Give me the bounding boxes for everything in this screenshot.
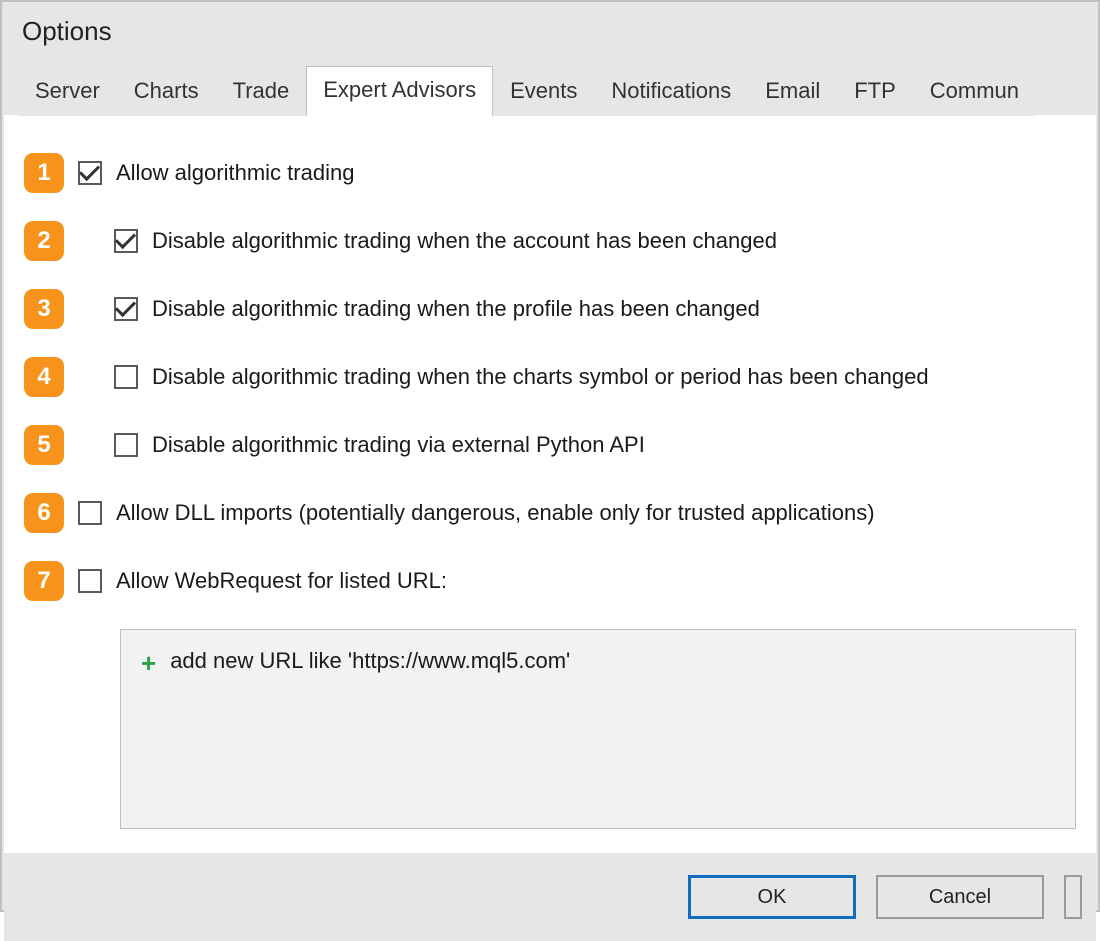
option-row-2: 2 Disable algorithmic trading when the a… xyxy=(24,221,1076,261)
tab-panel-expert-advisors: 1 Allow algorithmic trading 2 Disable al… xyxy=(4,114,1096,853)
annotation-marker: 6 xyxy=(24,493,64,533)
option-label: Disable algorithmic trading when the acc… xyxy=(152,228,777,254)
option-label: Allow WebRequest for listed URL: xyxy=(116,568,447,594)
tab-ftp[interactable]: FTP xyxy=(837,67,913,116)
checkbox-disable-on-symbol-change[interactable] xyxy=(114,365,138,389)
annotation-marker: 3 xyxy=(24,289,64,329)
tab-expert-advisors[interactable]: Expert Advisors xyxy=(306,66,493,116)
tab-email[interactable]: Email xyxy=(748,67,837,116)
plus-icon: + xyxy=(141,650,156,676)
checkbox-allow-dll-imports[interactable] xyxy=(78,501,102,525)
dialog-button-bar: OK Cancel xyxy=(4,853,1096,941)
annotation-marker: 4 xyxy=(24,357,64,397)
tab-events[interactable]: Events xyxy=(493,67,594,116)
annotation-marker: 1 xyxy=(24,153,64,193)
tab-charts[interactable]: Charts xyxy=(117,67,216,116)
window-title: Options xyxy=(2,2,1098,65)
url-add-placeholder: add new URL like 'https://www.mql5.com' xyxy=(170,648,570,674)
tab-trade[interactable]: Trade xyxy=(216,67,307,116)
option-row-1: 1 Allow algorithmic trading xyxy=(24,153,1076,193)
options-window: Options Server Charts Trade Expert Advis… xyxy=(0,0,1100,912)
annotation-marker: 5 xyxy=(24,425,64,465)
annotation-marker: 2 xyxy=(24,221,64,261)
checkbox-allow-webrequest[interactable] xyxy=(78,569,102,593)
option-row-7: 7 Allow WebRequest for listed URL: xyxy=(24,561,1076,601)
option-label: Disable algorithmic trading via external… xyxy=(152,432,645,458)
tab-community[interactable]: Commun xyxy=(913,67,1036,116)
checkbox-disable-via-python-api[interactable] xyxy=(114,433,138,457)
option-label: Allow DLL imports (potentially dangerous… xyxy=(116,500,875,526)
option-label: Allow algorithmic trading xyxy=(116,160,354,186)
client-area: Server Charts Trade Expert Advisors Even… xyxy=(4,65,1096,941)
option-row-5: 5 Disable algorithmic trading via extern… xyxy=(24,425,1076,465)
checkbox-disable-on-profile-change[interactable] xyxy=(114,297,138,321)
url-list-box[interactable]: + add new URL like 'https://www.mql5.com… xyxy=(120,629,1076,829)
option-row-4: 4 Disable algorithmic trading when the c… xyxy=(24,357,1076,397)
button-cutoff[interactable] xyxy=(1064,875,1082,919)
checkbox-disable-on-account-change[interactable] xyxy=(114,229,138,253)
option-label: Disable algorithmic trading when the pro… xyxy=(152,296,760,322)
option-row-3: 3 Disable algorithmic trading when the p… xyxy=(24,289,1076,329)
annotation-marker: 7 xyxy=(24,561,64,601)
option-label: Disable algorithmic trading when the cha… xyxy=(152,364,929,390)
tab-server[interactable]: Server xyxy=(18,67,117,116)
tabs-strip: Server Charts Trade Expert Advisors Even… xyxy=(4,65,1096,115)
option-row-6: 6 Allow DLL imports (potentially dangero… xyxy=(24,493,1076,533)
ok-button[interactable]: OK xyxy=(688,875,856,919)
cancel-button[interactable]: Cancel xyxy=(876,875,1044,919)
checkbox-allow-algo-trading[interactable] xyxy=(78,161,102,185)
tab-notifications[interactable]: Notifications xyxy=(594,67,748,116)
